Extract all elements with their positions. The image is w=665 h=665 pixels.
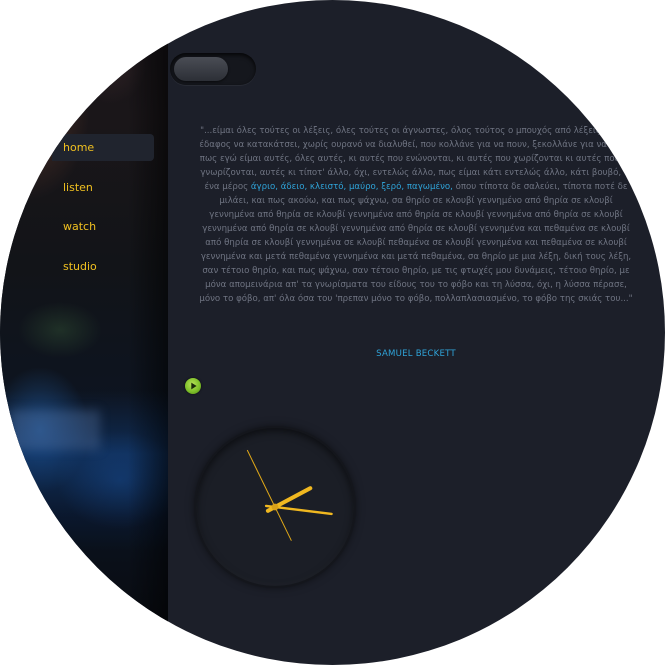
clock-second-hand [246, 449, 292, 541]
quote-text-after: όπου τίποτα δε σαλεύει, τίποτα ποτέ δε μ… [199, 182, 633, 304]
play-icon [191, 382, 197, 390]
photo-window-glow [8, 80, 48, 135]
quote-author: SAMUEL BECKETT [376, 349, 456, 359]
photo-edge-shadow [128, 0, 168, 665]
toggle-knob[interactable] [174, 57, 228, 81]
app-viewport: home listen watch studio "...είμαι όλες … [0, 0, 665, 665]
clock-face [246, 449, 333, 541]
clock-center-pin [271, 503, 279, 511]
nav-item-listen[interactable]: listen [52, 174, 154, 201]
play-button[interactable] [185, 378, 201, 394]
nav-item-studio[interactable]: studio [52, 253, 154, 280]
photo-floor-highlight [10, 410, 100, 450]
quote-highlight: άγριο, άδειο, κλειστό, μαύρο, ξερό, παγω… [250, 182, 453, 192]
theme-toggle-switch[interactable] [170, 53, 256, 85]
main-nav: home listen watch studio [52, 134, 154, 292]
quote-text: "...είμαι όλες τούτες οι λέξεις, όλες το… [196, 124, 636, 306]
nav-item-home[interactable]: home [52, 134, 154, 161]
analog-clock [196, 428, 354, 586]
nav-item-watch[interactable]: watch [52, 213, 154, 240]
background-photo-panel [0, 0, 168, 665]
